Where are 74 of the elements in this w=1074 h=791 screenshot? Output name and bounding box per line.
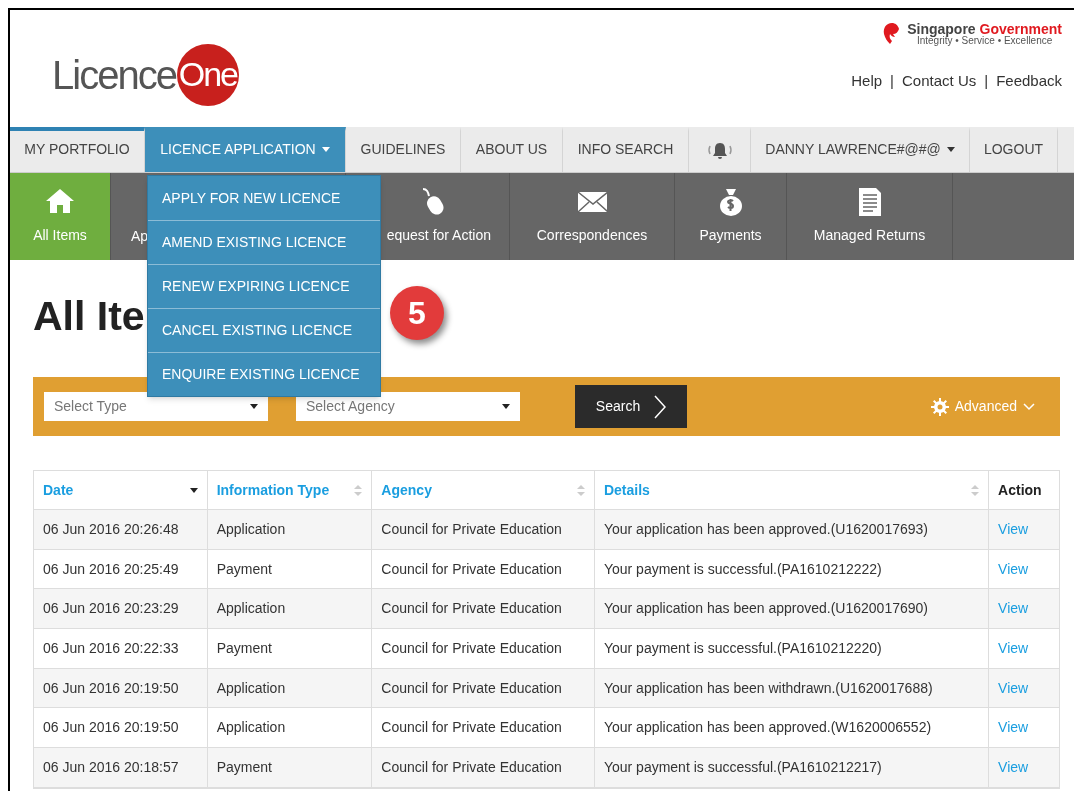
table-cell-text: Application (216, 678, 286, 698)
table-cell-text: 06 Jun 2016 20:25:49 (43, 559, 179, 579)
column-header[interactable]: Details (594, 471, 990, 509)
header-link[interactable]: Help (851, 70, 883, 93)
government-motto: Integrity • Service • Excellence (916, 36, 1053, 46)
view-link[interactable]: View (998, 637, 1029, 659)
government-name: Singapore Government (907, 22, 1062, 36)
dropdown-item[interactable]: RENEW EXPIRING LICENCE (148, 264, 380, 308)
sort-icon (971, 484, 980, 496)
table-cell-text: Council for Private Education (381, 599, 562, 619)
table-cell-text: Payment (216, 559, 272, 579)
link-separator: | (890, 71, 894, 91)
column-header[interactable]: Date (34, 471, 208, 509)
dropdown-item[interactable]: AMEND EXISTING LICENCE (148, 220, 380, 264)
table-cell-text: 06 Jun 2016 20:23:29 (43, 599, 179, 619)
dropdown-item[interactable]: ENQUIRE EXISTING LICENCE (148, 352, 380, 396)
view-link[interactable]: View (998, 518, 1029, 540)
search-button[interactable]: Search (575, 385, 687, 428)
nav-tab[interactable]: LOGOUT (970, 127, 1058, 172)
table-cell-text: Council for Private Education (381, 678, 562, 698)
nav-tab[interactable]: DANNY LAWRENCE#@#@ (751, 127, 970, 172)
table-cell-text: Application (216, 519, 286, 539)
nav-tab[interactable]: INFO SEARCH (563, 127, 689, 172)
table-cell-text: 06 Jun 2016 20:18:57 (43, 757, 179, 777)
nav-tab[interactable]: LICENCE APPLICATION (145, 127, 346, 172)
step-badge: 5 (390, 286, 444, 340)
table-cell-text: Council for Private Education (381, 718, 562, 738)
view-link[interactable]: View (998, 598, 1029, 620)
table-cell-text: 06 Jun 2016 20:26:48 (43, 519, 179, 539)
chevron-down-icon (1023, 402, 1035, 411)
dropdown-item[interactable]: CANCEL EXISTING LICENCE (148, 308, 380, 352)
table-cell-text: Application (216, 718, 286, 738)
table-cell-text: 06 Jun 2016 20:22:33 (43, 638, 179, 658)
link-separator: | (984, 71, 989, 91)
chevron-right-icon (654, 394, 667, 419)
caret-icon (502, 404, 510, 409)
table-cell-text: Application (216, 599, 286, 619)
table-cell-text: Council for Private Education (381, 757, 562, 777)
table-cell-text: Council for Private Education (381, 559, 562, 579)
view-link[interactable]: View (998, 677, 1029, 699)
view-link[interactable]: View (998, 558, 1029, 580)
nav-tab[interactable]: ABOUT US (461, 127, 563, 172)
table-cell-text: 06 Jun 2016 20:19:50 (43, 718, 179, 738)
table-cell-text: Payment (216, 757, 272, 777)
sort-icon (576, 484, 585, 496)
table-cell-text: Your application has been approved.(U1620017690) (603, 599, 928, 619)
table-cell-text: Your payment is successful.(PA1610212220) (603, 638, 882, 658)
table-cell-text: Council for Private Education (381, 519, 562, 539)
column-header[interactable]: Information Type (207, 471, 373, 509)
nav-tab[interactable]: GUIDELINES (346, 127, 461, 172)
sort-desc-icon (189, 487, 198, 493)
gear-icon (930, 397, 949, 416)
view-link[interactable]: View (998, 717, 1029, 739)
header-link[interactable]: Feedback (996, 70, 1062, 93)
page-title: All Ite (33, 291, 145, 341)
sort-icon (354, 484, 363, 496)
bell-icon (705, 140, 734, 159)
advanced-button[interactable]: Advanced (930, 396, 1035, 417)
table-cell-text: 06 Jun 2016 20:19:50 (43, 678, 179, 698)
header-link[interactable]: Contact Us (902, 70, 977, 93)
caret-icon (250, 404, 258, 409)
subnav-tab[interactable]: All Items (10, 173, 111, 260)
table-cell-text: Council for Private Education (381, 638, 562, 658)
table-cell-text: Your application has been approved.(U1620017693) (603, 519, 928, 539)
licenceone-logo: LicenceOne (52, 43, 239, 106)
column-header[interactable]: Agency (372, 471, 595, 509)
view-link[interactable]: View (998, 756, 1029, 778)
table-cell-text: Your payment is successful.(PA1610212222) (603, 559, 882, 579)
select-field[interactable]: Select Agency (296, 392, 520, 421)
table-cell-text: Payment (216, 638, 272, 658)
table-cell-text: Your application has been approved.(W1620006552) (603, 718, 932, 738)
table-cell-text: Your application has been withdrawn.(U1620017688) (603, 678, 933, 698)
column-header[interactable]: Action (989, 471, 1059, 509)
table-cell-text: Your payment is successful.(PA1610212217) (603, 757, 882, 777)
